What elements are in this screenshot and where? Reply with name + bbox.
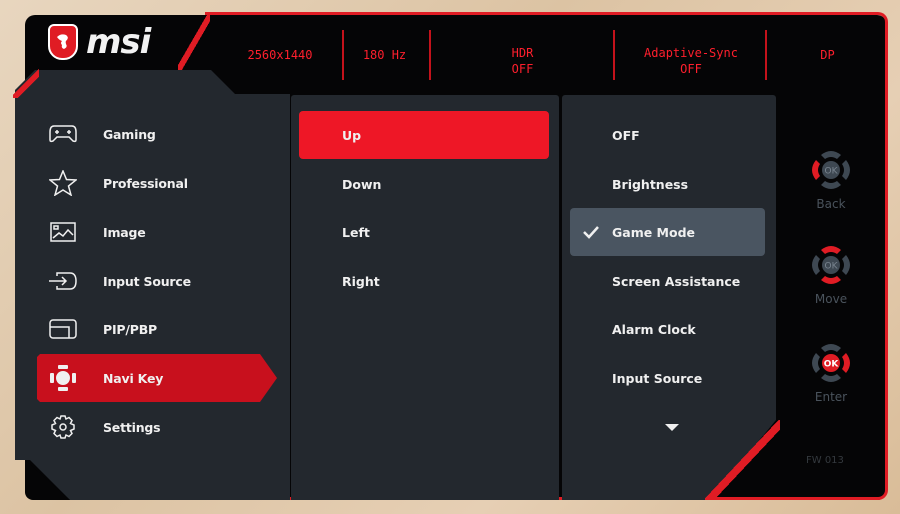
nav-hint-label: Enter: [814, 390, 848, 404]
dpad-back-icon: OK: [812, 151, 850, 189]
submenu-item-label: Up: [342, 127, 362, 143]
option-item-label: Input Source: [612, 370, 703, 386]
star-icon: [47, 169, 79, 197]
svg-text:OK: OK: [825, 167, 839, 177]
dpad-move-icon: OK: [812, 246, 850, 284]
nav-hint-label: Back: [816, 197, 846, 211]
submenu-item-right[interactable]: Right: [299, 257, 549, 305]
sidebar-item-label: PIP/PBP: [103, 321, 157, 337]
submenu-item-left[interactable]: Left: [299, 208, 549, 256]
option-item-off[interactable]: OFF: [570, 111, 765, 159]
option-item-label: Screen Assistance: [612, 273, 741, 289]
chevron-down-icon[interactable]: [665, 424, 679, 431]
firmware-version: FW 013: [806, 455, 844, 466]
dragon-shield-icon: [48, 24, 78, 60]
sidebar-item-label: Input Source: [103, 273, 191, 289]
pip-icon: [47, 315, 79, 343]
status-divider: [765, 30, 767, 80]
checkmark-icon: [583, 226, 599, 239]
sidebar-item-navi-key[interactable]: Navi Key: [37, 354, 277, 402]
status-resolution: 2560x1440: [225, 30, 335, 80]
option-item-brightness[interactable]: Brightness: [570, 160, 765, 208]
sidebar-item-settings[interactable]: Settings: [37, 403, 277, 451]
monitor-osd: msi 2560x1440 180 Hz HDR OFF Adaptive-Sy…: [0, 0, 900, 514]
svg-text:OK: OK: [825, 262, 839, 272]
status-refresh-rate: 180 Hz: [347, 30, 422, 80]
nav-hint-enter: OK Enter: [805, 338, 857, 404]
input-source-icon: [47, 267, 79, 295]
sidebar-item-label: Professional: [103, 175, 188, 191]
options-red-slash: [705, 420, 780, 500]
left-red-edge: [13, 68, 39, 98]
option-item-alarm-clock[interactable]: Alarm Clock: [570, 305, 765, 353]
nav-hint-move: OK Move: [805, 240, 857, 306]
option-item-screen-assistance[interactable]: Screen Assistance: [570, 257, 765, 305]
sidebar-item-label: Image: [103, 224, 146, 240]
status-divider: [429, 30, 431, 80]
option-item-game-mode[interactable]: Game Mode: [570, 208, 765, 256]
option-item-input-source[interactable]: Input Source: [570, 354, 765, 402]
submenu-item-label: Down: [342, 176, 382, 192]
status-adaptive-sync: Adaptive-Sync OFF: [617, 30, 765, 80]
option-item-label: Brightness: [612, 176, 689, 192]
submenu-item-down[interactable]: Down: [299, 160, 549, 208]
status-bar: 2560x1440 180 Hz HDR OFF Adaptive-Sync O…: [225, 30, 875, 80]
status-hdr-value: OFF: [511, 62, 534, 76]
nav-hint-label: Move: [814, 292, 848, 306]
sidebar-item-input-source[interactable]: Input Source: [37, 257, 277, 305]
sidebar-item-professional[interactable]: Professional: [37, 159, 277, 207]
submenu-item-label: Right: [342, 273, 380, 289]
dpad-enter-icon: OK: [812, 344, 850, 382]
option-item-label: OFF: [612, 127, 640, 143]
option-item-label: Alarm Clock: [612, 321, 696, 337]
status-refresh-value: 180 Hz: [362, 48, 407, 62]
header-red-slash: [178, 12, 210, 72]
option-item-label: Game Mode: [612, 224, 696, 240]
gear-icon: [47, 413, 79, 441]
navi-key-icon: [47, 364, 79, 392]
sidebar-item-gaming[interactable]: Gaming: [37, 110, 277, 158]
image-icon: [47, 218, 79, 246]
submenu-item-label: Left: [342, 224, 370, 240]
status-divider: [342, 30, 344, 80]
msi-logo: msi: [48, 22, 151, 62]
nav-hint-back: OK Back: [805, 145, 857, 211]
brand-name: msi: [86, 22, 151, 62]
sidebar-item-pip-pbp[interactable]: PIP/PBP: [37, 305, 277, 353]
gamepad-icon: [47, 120, 79, 148]
sidebar-item-label: Settings: [103, 419, 161, 435]
sidebar-item-label: Navi Key: [103, 370, 164, 386]
submenu-item-up[interactable]: Up: [299, 111, 549, 159]
status-divider: [613, 30, 615, 80]
status-adaptive-sync-label: Adaptive-Sync: [644, 46, 738, 60]
status-hdr-label: HDR: [511, 46, 534, 60]
status-input: DP: [770, 30, 885, 80]
status-resolution-value: 2560x1440: [247, 48, 313, 62]
svg-text:OK: OK: [824, 360, 840, 370]
status-input-value: DP: [820, 48, 835, 62]
sidebar-item-image[interactable]: Image: [37, 208, 277, 256]
status-adaptive-sync-value: OFF: [680, 62, 702, 76]
sidebar-item-label: Gaming: [103, 126, 156, 142]
status-hdr: HDR OFF: [435, 30, 610, 80]
